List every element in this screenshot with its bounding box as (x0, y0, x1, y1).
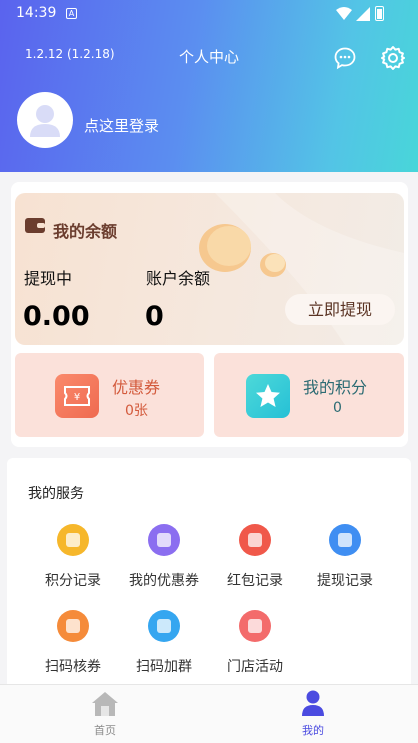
tab-label: 我的 (302, 724, 324, 737)
status-time: 14:39 (16, 5, 57, 21)
money-bag-icon (329, 524, 361, 556)
bottom-tab-bar: 首页 我的 (0, 684, 418, 743)
coupon-ticket-icon: ¥ (55, 374, 99, 418)
status-bar: 14:39 A (0, 0, 418, 30)
chat-bubble-icon[interactable] (333, 46, 357, 70)
services-title: 我的服务 (28, 486, 84, 502)
service-label: 门店活动 (227, 659, 283, 675)
points-record-icon (57, 524, 89, 556)
service-label: 扫码加群 (136, 659, 192, 675)
my-coupons-icon (148, 524, 180, 556)
svg-text:¥: ¥ (74, 392, 80, 403)
login-prompt[interactable]: 点这里登录 (84, 115, 159, 136)
service-label: 红包记录 (227, 573, 283, 589)
points-value: 0 (333, 400, 342, 416)
scan-coupon-icon (57, 610, 89, 642)
red-packet-icon (239, 524, 271, 556)
account-balance-value: 0 (145, 301, 164, 332)
avatar[interactable] (17, 92, 73, 148)
tab-home[interactable]: 首页 (50, 685, 160, 743)
withdrawing-label: 提现中 (24, 269, 73, 288)
wifi-icon (336, 7, 352, 20)
gear-icon[interactable] (380, 45, 406, 71)
service-label: 扫码核券 (45, 659, 101, 675)
coupon-label: 优惠券 (112, 378, 161, 397)
coupon-count: 0张 (125, 403, 148, 419)
balloon-icon (239, 610, 271, 642)
user-avatar-icon (30, 105, 60, 137)
coupon-card[interactable] (15, 353, 204, 437)
withdraw-button[interactable]: 立即提现 (285, 294, 395, 325)
notification-icon: A (66, 8, 77, 19)
account-balance-label: 账户余额 (146, 269, 211, 288)
user-icon (302, 690, 324, 716)
points-label: 我的积分 (303, 378, 368, 397)
wallet-icon (25, 218, 45, 233)
scan-group-icon (148, 610, 180, 642)
star-icon (246, 374, 290, 418)
service-label: 积分记录 (45, 573, 101, 589)
tab-label: 首页 (94, 724, 116, 737)
service-label: 提现记录 (317, 573, 373, 589)
signal-icon (356, 7, 370, 21)
battery-icon (375, 6, 384, 21)
balance-title: 我的余额 (53, 222, 118, 241)
service-label: 我的优惠券 (129, 573, 199, 589)
withdrawing-value: 0.00 (23, 301, 90, 332)
home-icon (92, 692, 118, 716)
tab-mine[interactable]: 我的 (258, 685, 368, 743)
